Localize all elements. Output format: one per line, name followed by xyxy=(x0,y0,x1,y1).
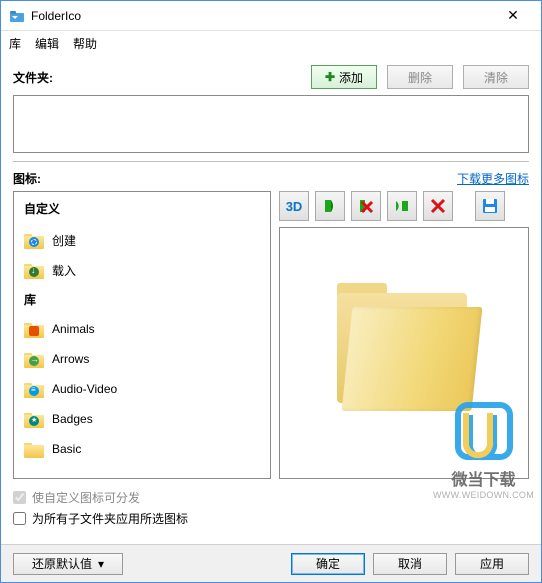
clear-button[interactable]: 清除 xyxy=(463,65,529,89)
tree-item-label: Badges xyxy=(52,412,93,426)
cancel-button[interactable]: 取消 xyxy=(373,553,447,575)
tree-item[interactable]: 载入 xyxy=(14,255,270,285)
folder-icon xyxy=(24,320,44,338)
icon-toolbar: 3D xyxy=(279,191,529,221)
tool-remove-overlay[interactable] xyxy=(351,191,381,221)
down-icon xyxy=(29,267,39,277)
check-subfolders[interactable] xyxy=(13,512,26,525)
ok-button[interactable]: 确定 xyxy=(291,553,365,575)
tool-add-overlay[interactable] xyxy=(315,191,345,221)
chevron-down-icon: ▾ xyxy=(98,557,104,571)
restore-label: 还原默认值 xyxy=(32,555,92,572)
tool-3d[interactable]: 3D xyxy=(279,191,309,221)
tree-item[interactable]: Animals xyxy=(14,314,270,344)
folder-icon xyxy=(24,261,44,279)
window-title: FolderIco xyxy=(31,9,493,23)
tool-save[interactable] xyxy=(475,191,505,221)
tool-add-badge[interactable] xyxy=(387,191,417,221)
icons-label: 图标: xyxy=(13,170,457,187)
badge-add-icon xyxy=(394,198,410,214)
save-icon xyxy=(482,198,498,214)
folder-icon xyxy=(24,410,44,428)
threeD-label: 3D xyxy=(286,199,303,214)
tree-custom-header: 自定义 xyxy=(14,192,270,225)
fox-icon xyxy=(29,326,39,336)
add-button-label: 添加 xyxy=(339,69,363,86)
menu-edit[interactable]: 编辑 xyxy=(35,35,59,52)
tree-item[interactable]: Basic xyxy=(14,434,270,464)
folder-icon xyxy=(24,440,44,458)
folders-listbox[interactable] xyxy=(13,95,529,153)
check-subfolders-label: 为所有子文件夹应用所选图标 xyxy=(32,510,188,527)
apply-button[interactable]: 应用 xyxy=(455,553,529,575)
tree-item[interactable]: 创建 xyxy=(14,225,270,255)
bottom-bar: 还原默认值 ▾ 确定 取消 应用 xyxy=(1,544,541,582)
overlay-add-icon xyxy=(322,198,338,214)
icon-tree[interactable]: 自定义 创建载入 库 Animals Arrows Audio-Video Badge… xyxy=(13,191,271,479)
tree-item[interactable]: Audio-Video xyxy=(14,374,270,404)
folder-preview-icon xyxy=(329,283,479,423)
plus-icon: ✚ xyxy=(325,70,335,84)
folders-label: 文件夹: xyxy=(13,69,311,86)
tree-item[interactable]: Arrows xyxy=(14,344,270,374)
folder-icon xyxy=(24,231,44,249)
delete-button-label: 删除 xyxy=(408,69,432,86)
gear-icon xyxy=(29,237,39,247)
tree-item-label: 载入 xyxy=(52,262,76,279)
badge-icon xyxy=(29,416,39,426)
delete-button[interactable]: 删除 xyxy=(387,65,453,89)
audio-icon xyxy=(29,386,39,396)
check-distributable xyxy=(13,491,26,504)
tree-item-label: Basic xyxy=(52,442,81,456)
titlebar: FolderIco ✕ xyxy=(1,1,541,31)
menubar: 库 编辑 帮助 xyxy=(1,31,541,55)
divider xyxy=(13,161,529,162)
tree-library-header: 库 xyxy=(14,285,270,314)
tree-item-label: Animals xyxy=(52,322,95,336)
folder-icon xyxy=(24,350,44,368)
menu-library[interactable]: 库 xyxy=(9,35,21,52)
tree-item-label: 创建 xyxy=(52,232,76,249)
menu-help[interactable]: 帮助 xyxy=(73,35,97,52)
check-distributable-row: 使自定义图标可分发 xyxy=(13,487,529,508)
check-subfolders-row[interactable]: 为所有子文件夹应用所选图标 xyxy=(13,508,529,529)
overlay-remove-icon xyxy=(358,198,374,214)
tree-item[interactable]: Badges xyxy=(14,404,270,434)
ok-label: 确定 xyxy=(316,555,340,572)
badge-remove-icon xyxy=(430,198,446,214)
check-distributable-label: 使自定义图标可分发 xyxy=(32,489,140,506)
arrow-icon xyxy=(29,356,39,366)
tree-item-label: Arrows xyxy=(52,352,89,366)
close-button[interactable]: ✕ xyxy=(493,7,533,24)
icon-preview: 微当下载 WWW.WEIDOWN.COM xyxy=(279,227,529,479)
clear-button-label: 清除 xyxy=(484,69,508,86)
download-more-link[interactable]: 下载更多图标 xyxy=(457,170,529,187)
restore-defaults-dropdown[interactable]: 还原默认值 ▾ xyxy=(13,553,123,575)
cancel-label: 取消 xyxy=(398,555,422,572)
tool-remove-badge[interactable] xyxy=(423,191,453,221)
add-button[interactable]: ✚ 添加 xyxy=(311,65,377,89)
folder-icon xyxy=(24,380,44,398)
app-icon xyxy=(9,8,25,24)
apply-label: 应用 xyxy=(480,555,504,572)
tree-item-label: Audio-Video xyxy=(52,382,117,396)
